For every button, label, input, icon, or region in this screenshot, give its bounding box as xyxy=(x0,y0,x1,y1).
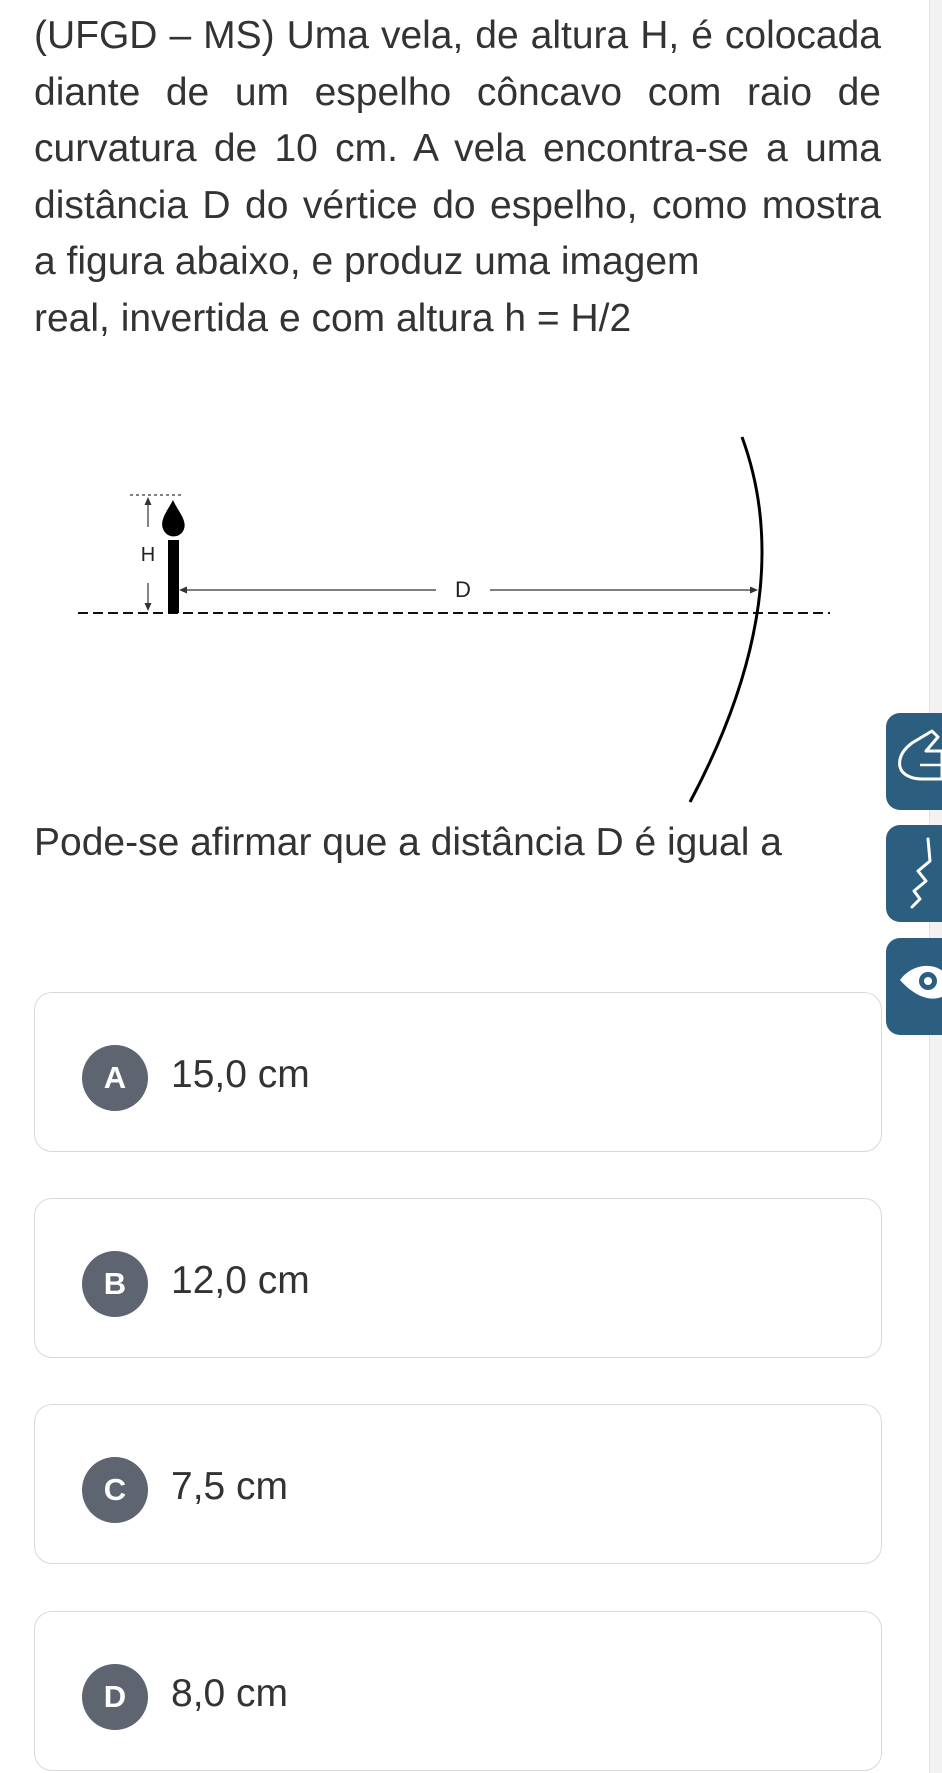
mirror-diagram: H D xyxy=(78,436,830,803)
option-text: 12,0 cm xyxy=(171,1259,310,1302)
height-label: H xyxy=(141,544,155,566)
distance-arrow-left-head xyxy=(179,586,187,594)
mirror-figure: H D xyxy=(70,425,835,810)
sign-language-icon xyxy=(898,729,942,781)
visibility-button[interactable] xyxy=(886,938,942,1035)
option-letter-badge: B xyxy=(82,1251,148,1317)
option-c[interactable]: C 7,5 cm xyxy=(34,1404,882,1564)
option-text: 8,0 cm xyxy=(171,1672,289,1715)
option-text: 7,5 cm xyxy=(171,1465,289,1508)
height-arrow-down-head xyxy=(144,603,152,611)
audio-button[interactable] xyxy=(886,825,942,922)
candle-body xyxy=(168,540,179,613)
height-arrow-up-head xyxy=(144,497,152,505)
option-d[interactable]: D 8,0 cm xyxy=(34,1611,882,1771)
question-text: (UFGD – MS) Uma vela, de altura H, é col… xyxy=(34,8,881,347)
distance-arrow-right-head xyxy=(750,586,758,594)
question-text-main: (UFGD – MS) Uma vela, de altura H, é col… xyxy=(34,14,881,283)
option-letter-badge: A xyxy=(82,1045,148,1111)
option-a[interactable]: A 15,0 cm xyxy=(34,992,882,1152)
question-text-end: real, invertida e com altura h = H/2 xyxy=(34,296,632,340)
option-letter-badge: C xyxy=(82,1457,148,1523)
question-prompt: Pode-se afirmar que a distância D é igua… xyxy=(34,821,782,864)
concave-mirror xyxy=(688,436,764,803)
option-text: 15,0 cm xyxy=(171,1053,310,1096)
option-letter-badge: D xyxy=(82,1664,148,1730)
sign-language-button[interactable] xyxy=(886,713,942,810)
audio-wave-icon xyxy=(910,837,932,909)
distance-label: D xyxy=(455,577,471,602)
eye-visibility-icon xyxy=(900,965,942,999)
option-b[interactable]: B 12,0 cm xyxy=(34,1198,882,1358)
candle-flame xyxy=(162,500,185,537)
